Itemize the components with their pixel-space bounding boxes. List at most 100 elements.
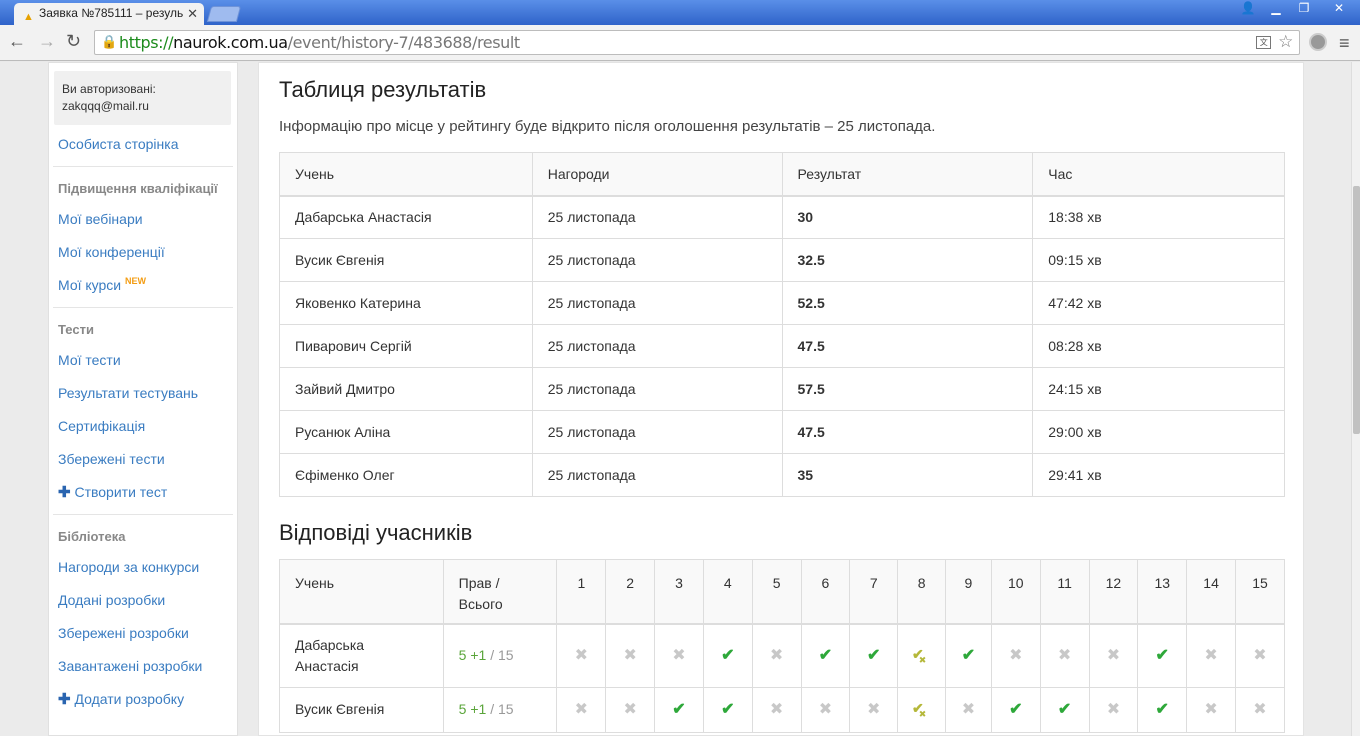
sidebar-item-contest-awards[interactable]: Нагороди за конкурси — [49, 551, 237, 584]
answer-cell: ✔ — [1137, 686, 1188, 733]
sidebar-item-saved-works[interactable]: Збережені розробки — [49, 617, 237, 650]
table-row: Дабарська Анастасія 25 листопада 30 18:38 х… — [279, 195, 1285, 239]
question-col-6: 6 — [800, 559, 851, 625]
cross-icon: ✖ — [1253, 647, 1267, 665]
address-bar[interactable]: 🔒 https://naurok.com.ua/event/history-7/… — [94, 30, 1300, 55]
sidebar-item-certification[interactable]: Сертифікація — [49, 410, 237, 443]
question-col-14: 14 — [1186, 559, 1236, 625]
cross-icon: ✖ — [1106, 701, 1121, 718]
student-name: Зайвий Дмитро — [279, 367, 533, 411]
add-work-link[interactable]: ✚ Додати розробку — [49, 683, 237, 716]
divider — [53, 307, 233, 308]
student-name: Русанюк Аліна — [279, 410, 533, 454]
sidebar-item-courses[interactable]: Мої курси NEW — [49, 269, 237, 302]
new-tab-button[interactable] — [206, 6, 242, 22]
sidebar-item-downloaded-works[interactable]: Завантажені розробки — [49, 650, 237, 683]
cross-icon: ✖ — [672, 647, 686, 665]
time-spent: 24:15 хв — [1032, 367, 1285, 411]
cross-icon: ✖ — [1253, 701, 1267, 718]
answer-cell: ✖ — [990, 623, 1041, 688]
translate-icon[interactable]: 文 — [1256, 36, 1271, 49]
browser-toolbar: ← → ↻ 🔒 https://naurok.com.ua/event/hist… — [0, 25, 1360, 61]
answers-col-score-line2: Всього — [458, 596, 503, 612]
answers-col-score-line1: Прав / — [458, 575, 500, 591]
student-name: Вусик Євгенія — [279, 686, 444, 733]
cross-icon: ✖ — [867, 701, 881, 718]
answer-cell: ✔ — [702, 686, 753, 733]
main-content: Таблиця результатів Інформацію про місце… — [258, 62, 1304, 736]
score-cell: 5 +1 / 15 — [442, 686, 558, 733]
answer-cell: ✔ — [1137, 623, 1188, 688]
sidebar-item-webinars[interactable]: Мої вебінари — [49, 203, 237, 236]
cross-icon: ✖ — [1106, 647, 1121, 665]
check-icon: ✔ — [721, 647, 735, 665]
sidebar-item-test-results[interactable]: Результати тестувань — [49, 377, 237, 410]
answer-cell: ✖ — [1039, 623, 1090, 688]
scrollbar-thumb[interactable] — [1353, 186, 1360, 434]
answer-cell: ✖ — [1186, 686, 1236, 733]
table-row: Пиварович Сергій 25 листопада 47.5 08:28 хв — [279, 324, 1285, 368]
results-col-3: Час — [1032, 152, 1285, 197]
cross-icon: ✖ — [1204, 647, 1218, 665]
cross-icon: ✖ — [1057, 647, 1072, 665]
new-badge: NEW — [125, 276, 147, 286]
total-count: / 15 — [490, 647, 514, 664]
close-tab-icon[interactable]: ✕ — [187, 3, 198, 24]
time-spent: 09:15 хв — [1032, 238, 1285, 282]
student-name: Єфіменко Олег — [279, 453, 533, 497]
bonus-count: +1 — [470, 647, 487, 664]
close-window-icon[interactable]: ✕ — [1318, 0, 1360, 18]
restore-icon[interactable]: ❐ — [1290, 0, 1318, 18]
browser-tab[interactable]: ▲ Заявка №785111 – резуль ✕ — [14, 3, 204, 25]
answer-cell: ✔ — [702, 623, 753, 688]
sidebar-heading-library: Бібліотека — [58, 529, 126, 544]
cross-icon: ✖ — [574, 647, 589, 665]
browser-tabbar: ▲ Заявка №785111 – резуль ✕ 👤 ▁ ❐ ✕ — [0, 0, 1360, 25]
cross-icon: ✖ — [574, 701, 589, 718]
cross-icon: ✖ — [918, 709, 927, 719]
score: 52.5 — [781, 281, 1034, 325]
bonus-count: +1 — [470, 701, 487, 717]
answer-cell: ✔ — [800, 623, 851, 688]
create-test-link[interactable]: ✚ Створити тест — [49, 476, 237, 509]
cross-icon: ✖ — [769, 647, 784, 665]
sidebar-item-added-works[interactable]: Додані розробки — [49, 584, 237, 617]
auth-email: zakqqq@mail.ru — [62, 99, 149, 113]
score: 47.5 — [781, 324, 1034, 368]
page-scrollbar[interactable] — [1351, 62, 1360, 736]
cross-icon: ✖ — [961, 701, 976, 718]
divider — [53, 166, 233, 167]
award-date: 25 листопада — [531, 410, 783, 454]
create-test-label: Створити тест — [74, 484, 168, 500]
question-col-7: 7 — [849, 559, 899, 625]
extension-icon[interactable] — [1309, 33, 1327, 51]
add-work-label: Додати розробку — [74, 691, 185, 707]
student-name: Дабарська Анастасія — [279, 195, 533, 239]
url-path: /event/history-7/483688/result — [287, 33, 521, 52]
sidebar-item-conferences[interactable]: Мої конференції — [49, 236, 237, 269]
correct-count: 5 — [458, 701, 467, 717]
award-date: 25 листопада — [531, 238, 783, 282]
bookmark-star-icon[interactable]: ☆ — [1278, 31, 1293, 54]
forward-icon[interactable]: → — [38, 31, 56, 52]
profile-icon[interactable]: 👤 — [1234, 0, 1262, 18]
answers-title: Відповіді учасників — [279, 520, 473, 545]
back-icon[interactable]: ← — [8, 31, 26, 52]
sidebar-item-saved-tests[interactable]: Збережені тести — [49, 443, 237, 476]
minimize-icon[interactable]: ▁ — [1262, 0, 1290, 18]
question-col-2: 2 — [605, 559, 656, 625]
reload-icon[interactable]: ↻ — [66, 31, 81, 52]
plus-icon: ✚ — [58, 691, 71, 708]
student-name: Яковенко Катерина — [279, 281, 533, 325]
table-row: Дабарська Анастасія 5 +1 / 15 ✖ ✖ ✖ ✔ ✖ ✔ ✔ ✔✖ ✔ ✖ ✖… — [279, 623, 1285, 688]
answer-cell: ✔ — [849, 623, 899, 688]
check-icon: ✔ — [818, 647, 833, 665]
check-icon: ✔ — [1057, 701, 1072, 718]
sidebar-item-my-tests[interactable]: Мої тести — [49, 344, 237, 377]
menu-icon[interactable]: ≡ — [1339, 33, 1350, 54]
page-viewport: Ви авторизовані: zakqqq@mail.ru Особиста… — [0, 62, 1351, 736]
answers-table: Учень Прав / Всього 1 2 3 4 5 6 7 8 9 10 11 12 13 14 15… — [279, 559, 1285, 733]
answers-col-score: Прав / Всього — [442, 559, 558, 625]
sidebar-item-personal-page[interactable]: Особиста сторінка — [49, 128, 237, 161]
time-spent: 18:38 хв — [1032, 195, 1285, 239]
